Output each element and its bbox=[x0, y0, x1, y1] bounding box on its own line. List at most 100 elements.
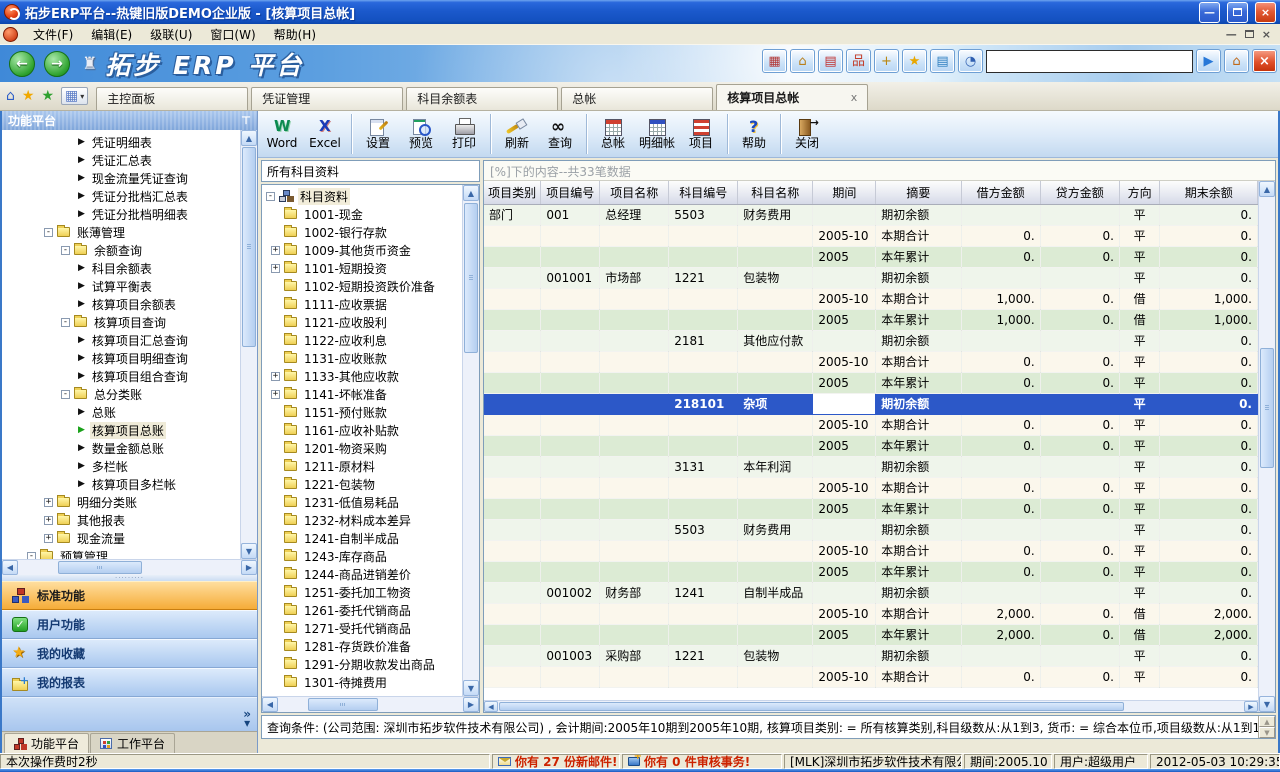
forward-button[interactable]: → bbox=[44, 51, 70, 77]
pin-icon[interactable]: ⊤ bbox=[241, 114, 251, 127]
table-row[interactable]: 2005-10本期合计0.0.平0. bbox=[484, 477, 1258, 498]
scroll-thumb[interactable] bbox=[58, 561, 142, 574]
scroll-up-icon[interactable]: ▲ bbox=[463, 185, 479, 201]
table-row[interactable]: 部门001总经理5503财务费用期初余额平0. bbox=[484, 204, 1258, 225]
table-row[interactable]: 2005本年累计0.0.平0. bbox=[484, 372, 1258, 393]
account-item[interactable]: 1122-应收利息 bbox=[262, 331, 462, 349]
table-row[interactable]: 2181其他应付款期初余额平0. bbox=[484, 330, 1258, 351]
scroll-down-icon[interactable]: ▼ bbox=[463, 680, 479, 696]
grid-column-header[interactable]: 贷方金额 bbox=[1040, 181, 1119, 204]
account-item[interactable]: 1281-存货跌价准备 bbox=[262, 637, 462, 655]
scroll-track[interactable] bbox=[1259, 469, 1275, 696]
menu-item-edit[interactable]: 编辑(E) bbox=[82, 24, 141, 45]
account-item[interactable]: 1102-短期投资跌价准备 bbox=[262, 277, 462, 295]
scroll-right-icon[interactable]: ▶ bbox=[241, 560, 257, 575]
scroll-up-icon[interactable]: ▲ bbox=[1259, 716, 1275, 727]
search-button[interactable]: 查询 bbox=[539, 113, 581, 156]
scroll-track[interactable] bbox=[1259, 197, 1275, 347]
table-row[interactable]: 3131本年利润期初余额平0. bbox=[484, 456, 1258, 477]
account-tree-hscrollbar[interactable]: ◀ ▶ bbox=[262, 696, 479, 712]
sidebar-group-org[interactable]: 标准功能 bbox=[2, 581, 257, 610]
layout-grid-button[interactable]: ▦▾ bbox=[61, 87, 88, 105]
grid-column-header[interactable]: 项目编号 bbox=[541, 181, 600, 204]
expand-icon[interactable]: + bbox=[44, 498, 53, 507]
home-icon[interactable]: ⌂ bbox=[6, 89, 15, 103]
sidebar-tab-grid[interactable]: 工作平台 bbox=[90, 733, 175, 753]
exit-button[interactable]: × bbox=[1252, 49, 1277, 73]
collapse-icon[interactable]: - bbox=[44, 228, 53, 237]
sidebar-item[interactable]: ▶凭证分批档汇总表 bbox=[2, 187, 240, 205]
mdi-close-button[interactable]: × bbox=[1262, 28, 1271, 41]
account-item[interactable]: 1151-预付账款 bbox=[262, 403, 462, 421]
account-item[interactable]: 1243-库存商品 bbox=[262, 547, 462, 565]
home-return-button[interactable]: ⌂ bbox=[1224, 49, 1249, 73]
preview-button[interactable]: 预览 bbox=[400, 113, 442, 156]
collapse-icon[interactable]: - bbox=[27, 552, 36, 560]
sidebar-item[interactable]: ▶凭证分批档明细表 bbox=[2, 205, 240, 223]
account-item[interactable]: 1211-原材料 bbox=[262, 457, 462, 475]
clock-icon[interactable]: ◔ bbox=[958, 49, 983, 73]
grid-column-header[interactable]: 摘要 bbox=[876, 181, 961, 204]
contact-card-icon[interactable]: ▤ bbox=[930, 49, 955, 73]
account-item[interactable]: +1101-短期投资 bbox=[262, 259, 462, 277]
table-row[interactable]: 001002财务部1241自制半成品期初余额平0. bbox=[484, 582, 1258, 603]
grid-column-header[interactable]: 借方金额 bbox=[961, 181, 1040, 204]
grid-vscrollbar[interactable]: ▲ ▼ bbox=[1258, 181, 1275, 712]
grid-hscrollbar[interactable]: ◀ ▶ bbox=[484, 700, 1258, 712]
sidebar-item[interactable]: -账薄管理 bbox=[2, 223, 240, 241]
account-item[interactable]: +1133-其他应收款 bbox=[262, 367, 462, 385]
expand-icon[interactable]: + bbox=[271, 372, 280, 381]
menu-item-window[interactable]: 窗口(W) bbox=[201, 24, 264, 45]
account-item[interactable]: 1244-商品进销差价 bbox=[262, 565, 462, 583]
sidebar-item[interactable]: ▶总账 bbox=[2, 403, 240, 421]
chevron-down-icon[interactable]: ▾ bbox=[80, 92, 84, 101]
table-row[interactable]: 001003采购部1221包装物期初余额平0. bbox=[484, 645, 1258, 666]
table-row[interactable]: 2005-10本期合计0.0.平0. bbox=[484, 414, 1258, 435]
print-button[interactable]: 打印 bbox=[443, 113, 485, 156]
status-mail[interactable]: 你有 27 份新邮件! bbox=[492, 754, 620, 769]
sidebar-item[interactable]: ▶现金流量凭证查询 bbox=[2, 169, 240, 187]
quick-search-input[interactable] bbox=[986, 50, 1193, 73]
scroll-left-icon[interactable]: ◀ bbox=[262, 697, 278, 712]
favorite-star-icon[interactable]: ★ bbox=[902, 49, 927, 73]
table-row[interactable]: 218101杂项期初余额平0. bbox=[484, 393, 1258, 414]
account-item[interactable]: 1221-包装物 bbox=[262, 475, 462, 493]
account-item[interactable]: 1241-自制半成品 bbox=[262, 529, 462, 547]
collapse-icon[interactable]: - bbox=[61, 246, 70, 255]
scroll-track[interactable] bbox=[408, 697, 463, 712]
table-row[interactable]: 2005本年累计0.0.平0. bbox=[484, 435, 1258, 456]
grid-column-header[interactable]: 科目名称 bbox=[738, 181, 813, 204]
sidebar-item[interactable]: +其他报表 bbox=[2, 511, 240, 529]
table-row[interactable]: 5503财务费用期初余额平0. bbox=[484, 519, 1258, 540]
account-item[interactable]: 1261-委托代销商品 bbox=[262, 601, 462, 619]
expand-icon[interactable]: + bbox=[44, 534, 53, 543]
sidebar-item[interactable]: ▶核算项目汇总查询 bbox=[2, 331, 240, 349]
help-button[interactable]: 帮助 bbox=[733, 113, 775, 156]
org-chart-icon[interactable]: 品 bbox=[846, 49, 871, 73]
sidebar-item[interactable]: +明细分类账 bbox=[2, 493, 240, 511]
account-item[interactable]: 1231-低值易耗品 bbox=[262, 493, 462, 511]
refresh-button[interactable]: 刷新 bbox=[496, 113, 538, 156]
detail-button[interactable]: 明细帐 bbox=[635, 113, 679, 156]
project-button[interactable]: 项目 bbox=[680, 113, 722, 156]
word-button[interactable]: Word bbox=[261, 113, 303, 156]
account-item[interactable]: 1251-委托加工物资 bbox=[262, 583, 462, 601]
grid-column-header[interactable]: 科目编号 bbox=[669, 181, 738, 204]
tab-general-ledger[interactable]: 总帐 bbox=[561, 87, 713, 110]
expand-icon[interactable]: + bbox=[44, 516, 53, 525]
folder-add-icon[interactable]: + bbox=[874, 49, 899, 73]
table-row[interactable]: 2005-10本期合计0.0.平0. bbox=[484, 540, 1258, 561]
table-row[interactable]: 2005-10本期合计0.0.平0. bbox=[484, 225, 1258, 246]
sidebar-item[interactable]: ▶核算项目总账 bbox=[2, 421, 240, 439]
account-item[interactable]: 1001-现金 bbox=[262, 205, 462, 223]
overflow-chevron-icon[interactable]: »▾ bbox=[243, 710, 251, 728]
favorite-icon[interactable]: ★ bbox=[22, 89, 35, 103]
mdi-restore-button[interactable] bbox=[1245, 30, 1254, 38]
sidebar-item[interactable]: ▶核算项目组合查询 bbox=[2, 367, 240, 385]
collapse-icon[interactable]: - bbox=[61, 390, 70, 399]
sidebar-item[interactable]: ▶核算项目余额表 bbox=[2, 295, 240, 313]
grid-column-header[interactable]: 项目名称 bbox=[600, 181, 669, 204]
account-item[interactable]: 1201-物资采购 bbox=[262, 439, 462, 457]
scroll-down-icon[interactable]: ▼ bbox=[241, 543, 257, 559]
tab-close-icon[interactable]: x bbox=[851, 86, 858, 110]
